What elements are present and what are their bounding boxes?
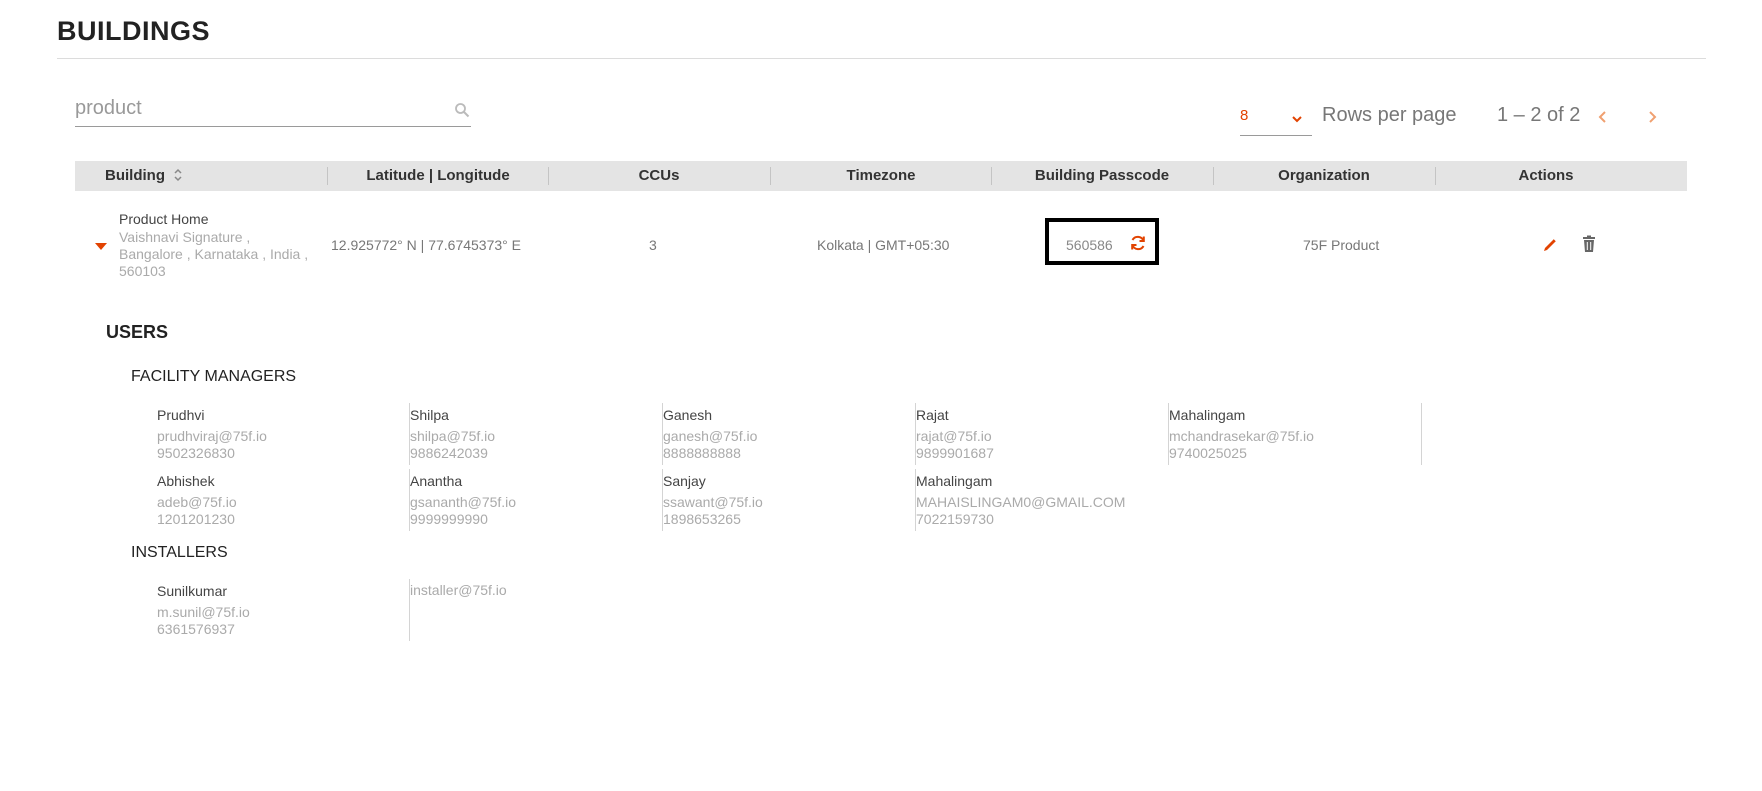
user-card: Shilpa shilpa@75f.io 9886242039 — [410, 403, 663, 465]
user-email: mchandrasekar@75f.io — [1169, 428, 1314, 444]
header-passcode: Building Passcode — [1034, 167, 1170, 184]
user-card: Abhishek adeb@75f.io 1201201230 — [157, 469, 410, 531]
user-phone: 8888888888 — [663, 445, 741, 461]
header-timezone: Timezone — [846, 167, 916, 184]
user-phone: 9740025025 — [1169, 445, 1247, 461]
user-name: Mahalingam — [916, 473, 993, 489]
title-divider — [57, 58, 1706, 59]
user-email: ssawant@75f.io — [663, 494, 763, 510]
user-email: adeb@75f.io — [157, 494, 237, 510]
user-name: Mahalingam — [1169, 407, 1246, 423]
passcode-highlight: 560586 — [1045, 218, 1159, 265]
user-card: Ganesh ganesh@75f.io 8888888888 — [663, 403, 916, 465]
header-ccus: CCUs — [638, 167, 680, 184]
building-passcode: 560586 — [1066, 237, 1113, 253]
user-name: Prudhvi — [157, 407, 205, 423]
column-divider — [770, 167, 771, 185]
caret-down-icon[interactable] — [94, 242, 108, 251]
user-card: Anantha gsananth@75f.io 9999999990 — [410, 469, 663, 531]
building-latlong: 12.925772° N | 77.6745373° E — [331, 237, 521, 253]
header-building[interactable]: Building — [105, 161, 183, 191]
user-name: Abhishek — [157, 473, 215, 489]
header-latlong: Latitude | Longitude — [366, 167, 510, 184]
trash-icon[interactable] — [1581, 235, 1597, 253]
page-title: BUILDINGS — [57, 16, 210, 46]
pagination-range: 1 – 2 of 2 — [1497, 104, 1581, 126]
column-divider — [1213, 167, 1214, 185]
search-input[interactable] — [75, 92, 435, 124]
column-divider — [548, 167, 549, 185]
column-divider — [991, 167, 992, 185]
user-phone: 1201201230 — [157, 511, 235, 527]
user-phone: 9899901687 — [916, 445, 994, 461]
chevron-left-icon[interactable] — [1591, 104, 1615, 130]
user-card: Mahalingam mchandrasekar@75f.io 97400250… — [1169, 403, 1422, 465]
building-timezone: Kolkata | GMT+05:30 — [817, 237, 950, 253]
chevron-right-icon[interactable] — [1640, 104, 1664, 130]
chevron-down-icon — [1292, 116, 1302, 123]
user-email: ganesh@75f.io — [663, 428, 758, 444]
users-heading: USERS — [106, 322, 169, 342]
user-name: Sanjay — [663, 473, 706, 489]
header-actions: Actions — [1518, 167, 1574, 184]
user-email: m.sunil@75f.io — [157, 604, 250, 620]
user-phone: 9886242039 — [410, 445, 488, 461]
pencil-icon[interactable] — [1542, 235, 1558, 253]
user-email: prudhviraj@75f.io — [157, 428, 267, 444]
column-divider — [327, 167, 328, 185]
user-card: Sanjay ssawant@75f.io 1898653265 — [663, 469, 916, 531]
user-card: Prudhvi prudhviraj@75f.io 9502326830 — [157, 403, 410, 465]
user-name: Anantha — [410, 473, 463, 489]
user-card: installer@75f.io — [410, 579, 663, 641]
user-email: gsananth@75f.io — [410, 494, 517, 510]
building-organization: 75F Product — [1303, 237, 1380, 253]
table-header: Building Latitude | Longitude CCUs Timez… — [75, 161, 1687, 191]
user-name: Ganesh — [663, 407, 713, 423]
user-email: MAHAISLINGAM0@GMAIL.COM — [916, 494, 1126, 510]
user-phone: 7022159730 — [916, 511, 994, 527]
sort-icon[interactable] — [173, 168, 183, 182]
user-name: Sunilkumar — [157, 583, 228, 599]
user-card: Mahalingam MAHAISLINGAM0@GMAIL.COM 70221… — [916, 469, 1169, 531]
building-name: Product Home — [119, 211, 209, 227]
rows-per-page-label: Rows per page — [1322, 104, 1457, 126]
user-card: Sunilkumar m.sunil@75f.io 6361576937 — [157, 579, 410, 641]
user-phone: 9999999990 — [410, 511, 488, 527]
building-ccus: 3 — [649, 237, 657, 253]
installers-heading: INSTALLERS — [131, 544, 228, 561]
column-divider — [1435, 167, 1436, 185]
header-building-label: Building — [105, 167, 165, 184]
facility-managers-heading: FACILITY MANAGERS — [131, 368, 297, 385]
user-phone: 6361576937 — [157, 621, 235, 637]
user-email: shilpa@75f.io — [410, 428, 496, 444]
user-email: installer@75f.io — [410, 582, 507, 598]
user-card: Rajat rajat@75f.io 9899901687 — [916, 403, 1169, 465]
user-name: Shilpa — [410, 407, 449, 423]
header-organization: Organization — [1278, 167, 1370, 184]
refresh-icon[interactable] — [1129, 234, 1147, 252]
search-icon[interactable] — [454, 102, 470, 118]
search-box[interactable] — [75, 92, 471, 127]
user-phone: 9502326830 — [157, 445, 235, 461]
user-email: rajat@75f.io — [916, 428, 992, 444]
rows-per-page-select[interactable]: 8 — [1240, 105, 1312, 136]
user-phone: 1898653265 — [663, 511, 741, 527]
rows-per-page-value: 8 — [1240, 107, 1249, 124]
user-name: Rajat — [916, 407, 949, 423]
building-address: Vaishnavi Signature , Bangalore , Karnat… — [119, 229, 309, 279]
